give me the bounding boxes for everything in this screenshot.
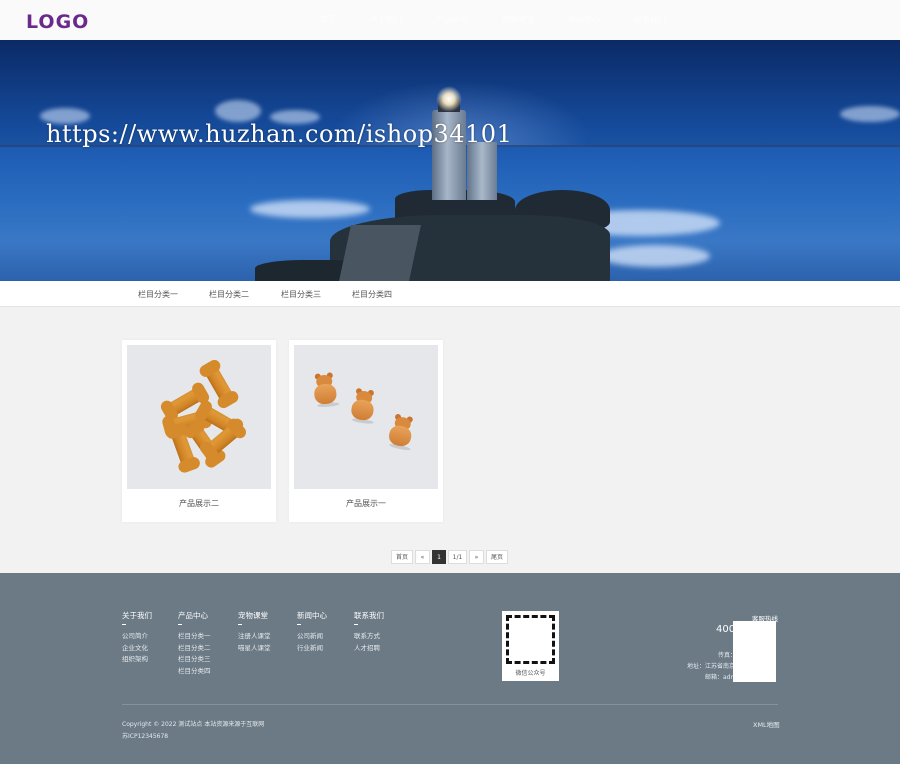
divider — [238, 624, 242, 625]
footer-link[interactable]: 企业文化 — [122, 643, 152, 655]
product-card[interactable]: 产品展示一 — [289, 340, 443, 522]
product-title[interactable]: 产品展示一 — [289, 498, 443, 509]
footer-column-title[interactable]: 联系我们 — [354, 611, 384, 621]
category-subnav: 栏目分类一 栏目分类二 栏目分类三 栏目分类四 — [0, 281, 900, 307]
nav-item-contact[interactable]: 联系我们 — [634, 0, 666, 40]
divider — [354, 624, 358, 625]
divider — [297, 624, 301, 625]
footer-link[interactable]: 人才招聘 — [354, 643, 384, 655]
wave-foam — [250, 200, 370, 218]
top-navigation: 首页 关于我们 产品中心 宠物课堂 新闻中心 联系我们 — [320, 0, 700, 40]
footer-column-news: 新闻中心 公司新闻 行业新闻 — [297, 611, 327, 654]
pagination-first[interactable]: 首页 — [391, 550, 413, 564]
pagination-last[interactable]: 尾页 — [486, 550, 508, 564]
footer-link[interactable]: 公司新闻 — [297, 631, 327, 643]
footer-column-title[interactable]: 新闻中心 — [297, 611, 327, 621]
footer-column-pet-class: 宠物课堂 注册人课堂 喵星人课堂 — [238, 611, 271, 654]
copyright-block: Copyright © 2022 测试站点 本站资源来源于互联网 苏ICP123… — [122, 719, 264, 743]
subnav-item-category-1[interactable]: 栏目分类一 — [138, 281, 178, 308]
divider — [122, 624, 126, 625]
hero-banner: https://www.huzhan.com/ishop34101 — [0, 40, 900, 281]
site-footer: 关于我们 公司简介 企业文化 组织架构 产品中心 栏目分类一 栏目分类二 栏目分… — [0, 573, 900, 764]
subnav-item-category-2[interactable]: 栏目分类二 — [209, 281, 249, 308]
qr-code-icon — [506, 615, 555, 664]
footer-link[interactable]: 喵星人课堂 — [238, 643, 271, 655]
divider — [178, 624, 182, 625]
pier — [339, 225, 421, 281]
footer-column-title[interactable]: 产品中心 — [178, 611, 211, 621]
footer-link[interactable]: 注册人课堂 — [238, 631, 271, 643]
bear-cookie — [311, 372, 340, 408]
cloud — [215, 100, 261, 122]
subnav-item-category-3[interactable]: 栏目分类三 — [281, 281, 321, 308]
bear-cookie — [348, 387, 378, 425]
banner-watermark: https://www.huzhan.com/ishop34101 — [46, 120, 513, 148]
footer-column-contact: 联系我们 联系方式 人才招聘 — [354, 611, 384, 654]
site-header: LOGO 首页 关于我们 产品中心 宠物课堂 新闻中心 联系我们 — [0, 0, 900, 40]
footer-column-products: 产品中心 栏目分类一 栏目分类二 栏目分类三 栏目分类四 — [178, 611, 211, 677]
qr-caption: 微信公众号 — [515, 670, 546, 677]
pagination-next[interactable]: » — [469, 550, 484, 564]
cloud — [840, 106, 900, 122]
footer-divider — [122, 704, 778, 705]
pagination-prev[interactable]: « — [415, 550, 430, 564]
bear-cookie — [385, 413, 417, 452]
nav-item-news[interactable]: 新闻中心 — [568, 0, 600, 40]
site-logo[interactable]: LOGO — [26, 11, 89, 33]
xml-sitemap-link[interactable]: XML地图 — [753, 719, 780, 729]
footer-link[interactable]: 行业新闻 — [297, 643, 327, 655]
wave-foam — [600, 245, 710, 267]
pagination-page-info: 1/1 — [448, 550, 467, 564]
footer-link[interactable]: 栏目分类一 — [178, 631, 211, 643]
footer-column-about: 关于我们 公司简介 企业文化 组织架构 — [122, 611, 152, 666]
subnav-item-category-4[interactable]: 栏目分类四 — [352, 281, 392, 308]
address-text: 地址：江苏省南京 — [687, 663, 736, 670]
footer-link[interactable]: 栏目分类四 — [178, 666, 211, 678]
product-card[interactable]: 产品展示二 — [122, 340, 276, 522]
email-text: 邮箱：adm — [705, 674, 737, 681]
product-image-dog-biscuits[interactable] — [127, 345, 271, 489]
redaction-box — [733, 621, 776, 682]
nav-item-products[interactable]: 产品中心 — [436, 0, 468, 40]
product-title[interactable]: 产品展示二 — [122, 498, 276, 509]
nav-item-home[interactable]: 首页 — [320, 0, 336, 40]
footer-link[interactable]: 栏目分类三 — [178, 654, 211, 666]
footer-link[interactable]: 联系方式 — [354, 631, 384, 643]
nav-item-pet-class[interactable]: 宠物课堂 — [502, 0, 534, 40]
wechat-qr-code: 微信公众号 — [502, 611, 559, 681]
lighthouse-annex — [467, 142, 497, 200]
footer-column-title[interactable]: 宠物课堂 — [238, 611, 271, 621]
icp-link[interactable]: 苏ICP12345678 — [122, 731, 264, 743]
nav-item-about[interactable]: 关于我们 — [370, 0, 402, 40]
footer-link[interactable]: 公司简介 — [122, 631, 152, 643]
footer-column-title[interactable]: 关于我们 — [122, 611, 152, 621]
lighthouse-light — [436, 86, 462, 112]
footer-link[interactable]: 栏目分类二 — [178, 643, 211, 655]
footer-link[interactable]: 组织架构 — [122, 654, 152, 666]
pagination-current-page[interactable]: 1 — [432, 550, 446, 564]
product-image-bear-cookies[interactable] — [294, 345, 438, 489]
copyright-text: Copyright © 2022 测试站点 本站资源来源于互联网 — [122, 721, 265, 728]
